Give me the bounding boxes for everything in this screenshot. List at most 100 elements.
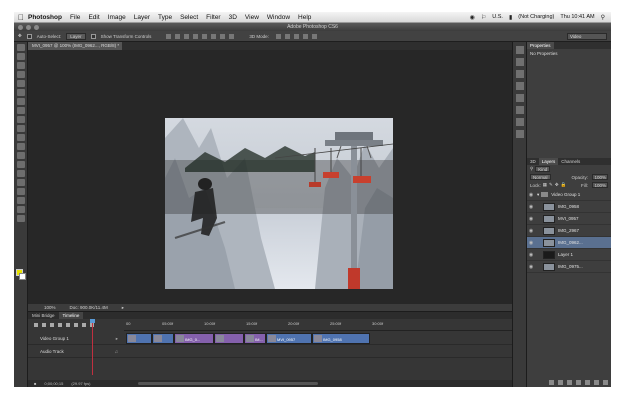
video-clip[interactable]: IM... [244, 332, 266, 344]
shape-tool-button[interactable] [17, 197, 25, 204]
align-top-icon[interactable] [166, 33, 172, 39]
input-source[interactable]: U.S. [492, 14, 503, 20]
menu-3d[interactable]: 3D [229, 14, 237, 21]
align-left-icon[interactable] [193, 33, 199, 39]
video-clip[interactable]: IMG_0958 [312, 332, 370, 344]
pen-tool-button[interactable] [17, 170, 25, 177]
eraser-tool-button[interactable] [17, 134, 25, 141]
brush-panel-icon[interactable] [516, 130, 524, 138]
show-transform-checkbox[interactable] [90, 33, 96, 39]
menu-layer[interactable]: Layer [134, 14, 150, 21]
align-hcenter-icon[interactable] [202, 33, 208, 39]
3d-scale-icon[interactable] [311, 33, 317, 39]
menu-filter[interactable]: Filter [206, 14, 220, 21]
distribute-icon[interactable] [220, 33, 226, 39]
visibility-eye-icon[interactable]: ◉ [527, 204, 535, 210]
flag-icon[interactable]: ⚐ [481, 14, 486, 21]
adjustments-panel-icon[interactable] [516, 82, 524, 90]
render-icon[interactable]: ■ [34, 381, 36, 386]
lock-position-icon[interactable]: ✥ [555, 182, 559, 188]
disclosure-triangle-icon[interactable]: ▾ [537, 192, 539, 198]
play-icon[interactable] [50, 323, 54, 327]
zoom-level[interactable]: 100% [44, 304, 56, 311]
blend-mode-dropdown[interactable]: Normal [530, 174, 551, 180]
timeline-zoom-slider[interactable] [138, 382, 319, 385]
history-brush-tool-button[interactable] [17, 125, 25, 132]
close-window-button[interactable] [18, 24, 23, 30]
battery-icon[interactable]: ▮ [509, 14, 512, 21]
playhead[interactable] [90, 319, 95, 375]
3d-pan-icon[interactable] [293, 33, 299, 39]
menu-edit[interactable]: Edit [88, 14, 99, 21]
swatches-panel-icon[interactable] [516, 70, 524, 78]
doc-size[interactable]: Doc: 900.0K/11.4M [70, 304, 108, 311]
layer-row[interactable]: ◉ IMG_0975... [527, 261, 611, 273]
menu-type[interactable]: Type [158, 14, 172, 21]
video-clip[interactable]: MVI_0957 [266, 332, 312, 344]
healing-tool-button[interactable] [17, 98, 25, 105]
dodge-tool-button[interactable] [17, 161, 25, 168]
layer-row[interactable]: ◉ MVI_0957 [527, 213, 611, 225]
menu-help[interactable]: Help [298, 14, 311, 21]
tab-timeline[interactable]: Timeline [58, 312, 84, 319]
info-panel-icon[interactable] [516, 58, 524, 66]
next-frame-icon[interactable] [58, 323, 62, 327]
layer-row-selected[interactable]: ◉ IMG_0962... [527, 237, 611, 249]
lasso-tool-button[interactable] [17, 62, 25, 69]
align-bottom-icon[interactable] [184, 33, 190, 39]
status-menu-arrow-icon[interactable]: ▸ [122, 304, 124, 311]
workspace-switcher[interactable]: Video [567, 32, 607, 40]
quick-select-tool-button[interactable] [17, 71, 25, 78]
menu-app-name[interactable]: Photoshop [28, 14, 62, 21]
visibility-eye-icon[interactable]: ◉ [527, 228, 535, 234]
3d-roll-icon[interactable] [284, 33, 290, 39]
battery-status[interactable]: (Not Charging) [518, 14, 554, 20]
menu-view[interactable]: View [245, 14, 259, 21]
lock-pixels-icon[interactable]: ✎ [549, 182, 553, 188]
video-clip[interactable] [214, 332, 244, 344]
crop-tool-button[interactable] [17, 80, 25, 87]
menu-image[interactable]: Image [108, 14, 126, 21]
settings-icon[interactable] [74, 323, 78, 327]
clone-stamp-tool-button[interactable] [17, 116, 25, 123]
split-icon[interactable] [82, 323, 86, 327]
new-layer-icon[interactable] [594, 380, 599, 385]
hand-tool-button[interactable] [17, 206, 25, 213]
move-tool-icon[interactable]: ✥ [18, 33, 22, 39]
layer-row[interactable]: ◉ IMG_2967 [527, 225, 611, 237]
timeline-ruler[interactable]: 00 05:00f 10:00f 15:00f 20:00f 25:00f 30… [124, 319, 512, 331]
layer-group-row[interactable]: ◉ ▾ Video Group 1 [527, 189, 611, 201]
layer-row[interactable]: ◉ Layer 1 [527, 249, 611, 261]
tab-properties[interactable]: Properties [527, 42, 554, 49]
spotlight-icon[interactable]: ⚲ [601, 14, 605, 21]
move-tool-button[interactable] [17, 44, 25, 51]
tab-channels[interactable]: Channels [558, 158, 583, 165]
video-clip[interactable] [152, 332, 174, 344]
paragraph-panel-icon[interactable] [516, 118, 524, 126]
path-select-tool-button[interactable] [17, 188, 25, 195]
layer-mask-icon[interactable] [567, 380, 572, 385]
link-layers-icon[interactable] [549, 380, 554, 385]
layer-style-icon[interactable] [558, 380, 563, 385]
video-clip[interactable] [126, 332, 152, 344]
visibility-eye-icon[interactable]: ◉ [527, 252, 535, 258]
layer-row[interactable]: ◉ IMG_0958 [527, 201, 611, 213]
tab-layers[interactable]: Layers [538, 158, 559, 165]
visibility-eye-icon[interactable]: ◉ [527, 216, 535, 222]
adjustment-layer-icon[interactable] [576, 380, 581, 385]
blur-tool-button[interactable] [17, 152, 25, 159]
eyedropper-tool-button[interactable] [17, 89, 25, 96]
3d-rotate-icon[interactable] [275, 33, 281, 39]
lock-transparent-icon[interactable]: ▦ [543, 182, 547, 188]
auto-select-checkbox[interactable] [26, 33, 32, 39]
fill-field[interactable]: 100% [592, 182, 608, 188]
track-options-icon[interactable]: ▸ [116, 336, 118, 342]
document-canvas[interactable] [165, 118, 393, 289]
align-right-icon[interactable] [211, 33, 217, 39]
mute-icon[interactable]: ♫ [115, 349, 118, 354]
canvas-area[interactable] [28, 50, 512, 304]
styles-panel-icon[interactable] [516, 94, 524, 102]
wifi-icon[interactable]: ◉ [470, 14, 475, 21]
align-vcenter-icon[interactable] [175, 33, 181, 39]
menu-select[interactable]: Select [180, 14, 198, 21]
